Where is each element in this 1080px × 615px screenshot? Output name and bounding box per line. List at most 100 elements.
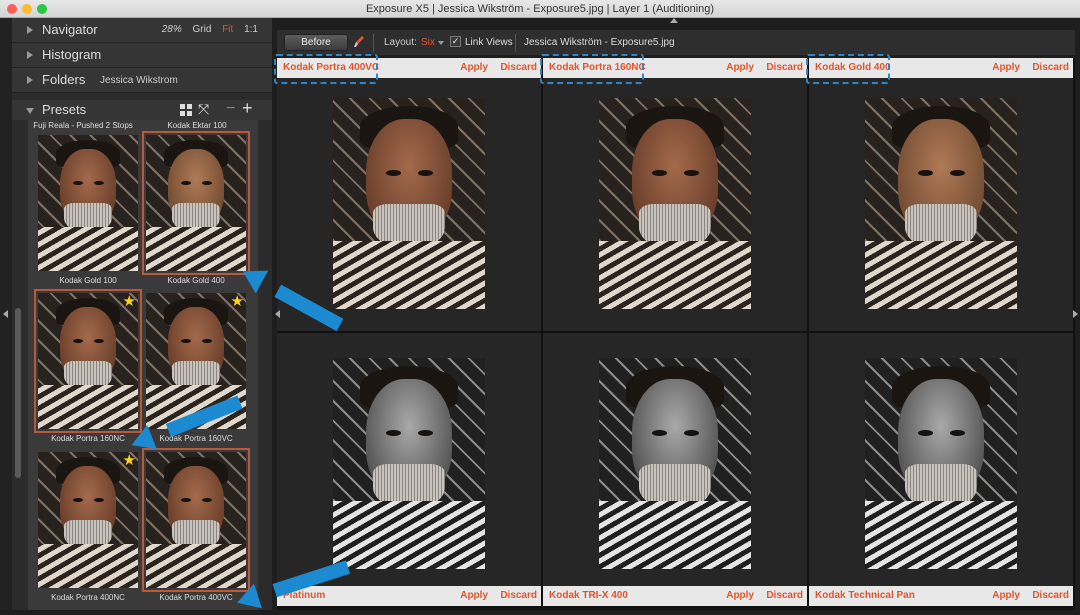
preset-label: Kodak Portra 400NC <box>51 593 125 602</box>
zoom-window-button[interactable] <box>37 4 47 14</box>
audition-pane[interactable]: Kodak TRI-X 400 Apply Discard <box>543 333 807 606</box>
preset-thumbnail[interactable]: ★ <box>34 289 142 433</box>
favorite-star-icon[interactable]: ★ <box>123 294 136 309</box>
layout-label: Layout: <box>384 37 417 48</box>
apply-button[interactable]: Apply <box>460 590 488 601</box>
audition-pane[interactable]: Kodak Portra 160NC Apply Discard <box>540 54 807 331</box>
collapse-left-icon[interactable] <box>3 310 8 318</box>
chevron-down-icon[interactable] <box>438 41 444 45</box>
portrait-image <box>865 358 1017 569</box>
top-panel-toggle-icon[interactable] <box>670 18 678 23</box>
pane-preset-name: Kodak Technical Pan <box>815 590 915 601</box>
portrait-image <box>146 452 246 588</box>
zoom-1to1-option[interactable]: 1:1 <box>244 24 258 35</box>
favorite-star-icon[interactable]: ★ <box>123 453 136 468</box>
pane-preset-bar: Kodak TRI-X 400 Apply Discard <box>543 586 807 606</box>
histogram-panel-header[interactable]: Histogram <box>12 43 272 68</box>
toolbar-divider <box>515 34 516 52</box>
portrait-image <box>865 98 1017 309</box>
apply-button[interactable]: Apply <box>992 590 1020 601</box>
folders-label: Folders <box>42 72 86 87</box>
remove-preset-icon[interactable]: − <box>226 100 235 118</box>
preset-thumbnail[interactable] <box>142 448 250 592</box>
preset-thumbnail[interactable]: ★ <box>38 452 138 588</box>
presets-scrollbar[interactable] <box>15 308 21 478</box>
audition-panes: Kodak Portra 400VC Apply Discard Kodak Port… <box>274 54 1075 610</box>
discard-button[interactable]: Discard <box>766 590 803 601</box>
navigator-panel-header[interactable]: Navigator 28% Grid Fit 1:1 <box>12 18 272 43</box>
favorite-star-icon[interactable]: ★ <box>231 294 244 309</box>
expand-triangle-icon[interactable] <box>27 51 33 59</box>
close-window-button[interactable] <box>7 4 17 14</box>
presets-label: Presets <box>42 102 87 117</box>
divider-handle-icon[interactable] <box>275 310 280 318</box>
apply-button[interactable]: Apply <box>460 62 488 73</box>
pane-preset-name: Kodak TRI-X 400 <box>549 590 628 601</box>
portrait-image <box>38 135 138 271</box>
apply-button[interactable]: Apply <box>992 62 1020 73</box>
pane-preset-bar: Kodak Portra 160NC Apply Discard <box>540 54 807 84</box>
audition-pane[interactable]: Kodak Portra 400VC Apply Discard <box>274 54 541 331</box>
pane-preset-bar: Platinum Apply Discard <box>277 586 541 606</box>
layout-select[interactable]: Six <box>421 37 435 48</box>
preset-label: Fuji Reala - Pushed 2 Stops <box>33 121 133 130</box>
navigator-zoom-options: 28% Grid Fit 1:1 <box>154 24 258 35</box>
current-folder[interactable]: Jessica Wikstrom <box>100 75 178 86</box>
pane-preset-bar: Kodak Gold 400 Apply Discard <box>806 54 1073 84</box>
zoom-fit-option[interactable]: Fit <box>222 24 233 35</box>
apply-button[interactable]: Apply <box>726 590 754 601</box>
audition-pane[interactable]: Platinum Apply Discard <box>277 333 541 606</box>
portrait-image <box>599 98 751 309</box>
left-panel: Navigator 28% Grid Fit 1:1 Histogram Fol… <box>0 18 272 610</box>
histogram-label: Histogram <box>42 47 102 62</box>
collapse-right-icon[interactable] <box>1073 310 1078 318</box>
preset-thumbnail[interactable] <box>38 135 138 271</box>
portrait-image <box>599 358 751 569</box>
link-views-label[interactable]: Link Views <box>465 37 513 48</box>
preset-label: Kodak Gold 400 <box>167 276 225 285</box>
preset-label: Kodak Portra 160NC <box>51 434 125 443</box>
presets-panel-header[interactable]: Presets ⤧ − + <box>12 98 272 120</box>
brush-icon[interactable] <box>353 35 365 49</box>
preset-grid: Fuji Reala - Pushed 2 Stops Kodak Ektar … <box>28 120 258 610</box>
audition-pane[interactable]: Kodak Gold 400 Apply Discard <box>806 54 1073 331</box>
zoom-grid-option[interactable]: Grid <box>193 24 212 35</box>
minimize-window-button[interactable] <box>22 4 32 14</box>
title-bar: Exposure X5 | Jessica Wikström - Exposur… <box>0 0 1080 18</box>
audition-pane[interactable]: Kodak Technical Pan Apply Discard <box>809 333 1073 606</box>
discard-button[interactable]: Discard <box>500 590 537 601</box>
portrait-image <box>146 135 246 271</box>
collapse-triangle-icon[interactable] <box>26 108 34 114</box>
collapse-all-icon[interactable]: ⤧ <box>198 101 209 118</box>
preset-label: Kodak Gold 100 <box>59 276 117 285</box>
expand-triangle-icon[interactable] <box>27 26 33 34</box>
pane-preset-bar: Kodak Technical Pan Apply Discard <box>809 586 1073 606</box>
preset-label: Kodak Portra 160VC <box>159 434 233 443</box>
link-views-checkbox[interactable]: ✓ <box>450 36 461 47</box>
main-area: Before Layout: Six ✓ Link Views Jessica … <box>272 18 1080 610</box>
add-preset-icon[interactable]: + <box>242 98 253 119</box>
preset-label: Kodak Ektar 100 <box>167 121 227 130</box>
navigator-label: Navigator <box>42 22 98 37</box>
portrait-image <box>38 293 138 429</box>
highlight-callout-box <box>540 54 644 84</box>
before-button[interactable]: Before <box>284 34 348 51</box>
zoom-percent: 28% <box>161 24 182 35</box>
folders-panel-header[interactable]: Folders Jessica Wikstrom <box>12 68 272 93</box>
left-panel-edge[interactable] <box>0 18 12 610</box>
discard-button[interactable]: Discard <box>1032 62 1069 73</box>
discard-button[interactable]: Discard <box>1032 590 1069 601</box>
portrait-image <box>333 358 485 569</box>
apply-button[interactable]: Apply <box>726 62 754 73</box>
discard-button[interactable]: Discard <box>766 62 803 73</box>
expand-triangle-icon[interactable] <box>27 76 33 84</box>
highlight-callout-box <box>806 54 890 84</box>
grid-view-icon[interactable] <box>180 104 192 116</box>
discard-button[interactable]: Discard <box>500 62 537 73</box>
portrait-image <box>333 98 485 309</box>
highlight-callout-box <box>274 54 378 84</box>
preset-thumbnail[interactable] <box>142 131 250 275</box>
window-title: Exposure X5 | Jessica Wikström - Exposur… <box>365 3 715 15</box>
filename-label: Jessica Wikström - Exposure5.jpg <box>524 37 675 48</box>
audition-toolbar: Before Layout: Six ✓ Link Views Jessica … <box>277 30 1075 55</box>
